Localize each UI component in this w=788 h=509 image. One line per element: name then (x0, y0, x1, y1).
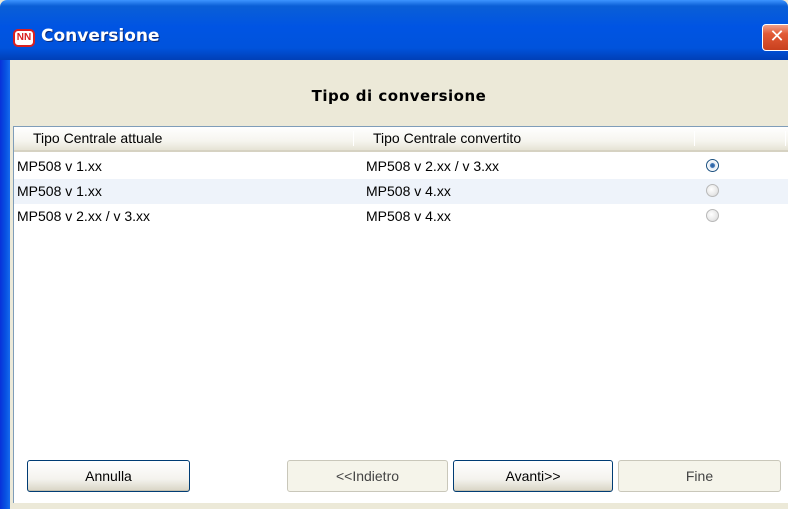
select-radio[interactable] (706, 209, 719, 222)
column-separator[interactable] (785, 131, 786, 146)
current-type-cell: MP508 v 2.xx / v 3.xx (17, 208, 151, 224)
current-type-cell: MP508 v 1.xx (17, 158, 102, 174)
select-radio[interactable] (706, 159, 719, 172)
converted-type-cell: MP508 v 4.xx (366, 208, 451, 224)
table-row[interactable]: MP508 v 1.xx MP508 v 4.xx (14, 179, 788, 204)
back-button[interactable]: <<Indietro (287, 460, 448, 492)
column-header-current-type[interactable]: Tipo Centrale attuale (14, 127, 354, 150)
dialog-body: Tipo di conversione Tipo Centrale attual… (10, 60, 788, 509)
finish-button[interactable]: Fine (618, 460, 781, 492)
list-header: Tipo Centrale attuale Tipo Centrale conv… (14, 127, 788, 152)
header-band: Tipo di conversione (10, 60, 788, 124)
column-header-select[interactable] (695, 127, 785, 150)
window-title: Conversione (41, 26, 160, 46)
title-bar[interactable]: NN Conversione ✕ (0, 0, 788, 60)
select-radio[interactable] (706, 184, 719, 197)
next-button[interactable]: Avanti>> (453, 460, 613, 492)
app-logo-icon: NN (13, 29, 35, 47)
current-type-cell: MP508 v 1.xx (17, 183, 102, 199)
page-title: Tipo di conversione (311, 87, 487, 105)
window-frame-left (0, 60, 10, 509)
column-header-converted-type[interactable]: Tipo Centrale convertito (354, 127, 694, 150)
converted-type-cell: MP508 v 4.xx (366, 183, 451, 199)
conversion-list[interactable]: Tipo Centrale attuale Tipo Centrale conv… (13, 126, 788, 503)
table-row[interactable]: MP508 v 1.xx MP508 v 2.xx / v 3.xx (14, 154, 788, 179)
converted-type-cell: MP508 v 2.xx / v 3.xx (366, 158, 500, 174)
table-row[interactable]: MP508 v 2.xx / v 3.xx MP508 v 4.xx (14, 204, 788, 229)
cancel-button[interactable]: Annulla (27, 460, 190, 492)
close-button[interactable]: ✕ (762, 24, 788, 51)
